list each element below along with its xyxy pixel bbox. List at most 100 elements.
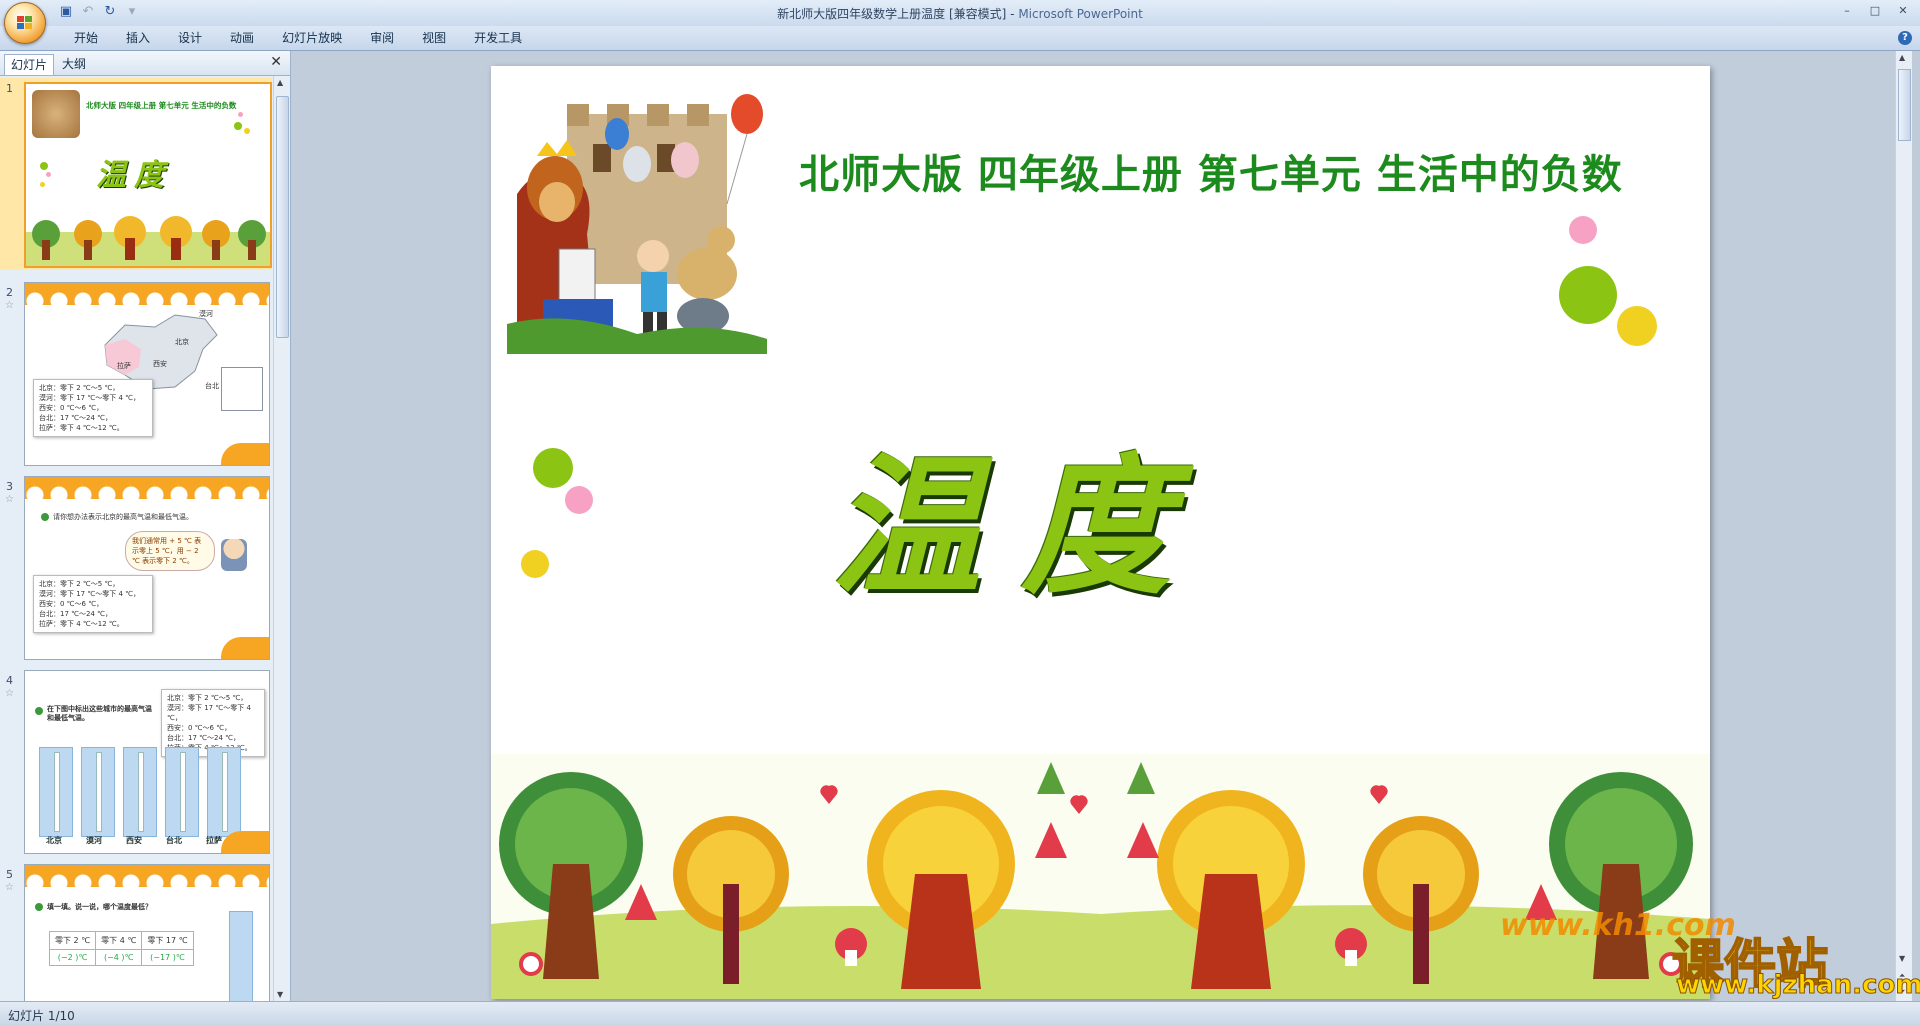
decor-dot-yellow — [1617, 306, 1657, 346]
thermometer-image — [39, 747, 73, 837]
slide-preview: 请你想办法表示北京的最高气温和最低气温。 我们通常用 + 5 ℃ 表示零上 5 … — [24, 476, 270, 660]
scroll-up-icon[interactable]: ▲ — [277, 78, 283, 87]
document-title: 新北师大版四年级数学上册温度 [兼容模式] - — [777, 7, 1015, 21]
tab-review[interactable]: 审阅 — [356, 30, 408, 46]
castle-characters-image — [507, 94, 767, 354]
tab-developer[interactable]: 开发工具 — [460, 30, 536, 46]
help-icon[interactable]: ? — [1898, 31, 1912, 45]
window-title: 新北师大版四年级数学上册温度 [兼容模式] - Microsoft PowerP… — [0, 5, 1920, 22]
map-inset — [221, 367, 263, 411]
scrollbar-thumb[interactable] — [1898, 69, 1911, 141]
table-cell: (−2 )℃ — [48, 949, 97, 966]
teacher-image — [221, 539, 247, 571]
speech-bubble: 我们通常用 + 5 ℃ 表示零上 5 ℃，用 − 2 ℃ 表示零下 2 ℃。 — [125, 531, 215, 571]
slide-preview: 北师大版 四年级上册 第七单元 生活中的负数 温度 — [24, 82, 272, 268]
city-label: 漠河 — [86, 836, 102, 845]
slide-thumbnail-5[interactable]: 5 ☆ 填一填。说一说，哪个温度最低？ 零下 2 ℃ 零下 4 ℃ 零下 17 … — [0, 864, 272, 1001]
table-cell: 零下 17 ℃ — [141, 931, 194, 950]
office-button[interactable] — [4, 2, 46, 44]
thumb-big-title: 温度 — [96, 158, 172, 193]
slide-indicator: 幻灯片 1/10 — [8, 1009, 75, 1023]
animation-star-icon: ☆ — [5, 300, 14, 311]
window-controls: – □ ✕ — [1834, 2, 1916, 20]
table-cell: (−17 )℃ — [141, 949, 194, 966]
slide-number: 3 — [6, 480, 13, 493]
temperature-note: 北京：零下 2 ℃～5 ℃， 漠河：零下 17 ℃～零下 4 ℃， 西安：0 ℃… — [33, 379, 153, 437]
scrollbar-thumb[interactable] — [276, 96, 289, 338]
panel-close-icon[interactable]: ✕ — [270, 54, 282, 70]
city-label: 台北 — [166, 836, 182, 845]
city-labels: 北京 漠河 西安 台北 拉萨 — [39, 835, 229, 846]
panel-tabs: 幻灯片 大纲 ✕ — [0, 51, 290, 76]
forest-thumbnail-image — [26, 216, 270, 266]
scroll-down-icon[interactable]: ▼ — [277, 990, 283, 999]
tab-slideshow[interactable]: 幻灯片放映 — [268, 30, 356, 46]
tab-design[interactable]: 设计 — [164, 30, 216, 46]
minimize-button[interactable]: – — [1834, 2, 1860, 20]
table-cell: (−4 )℃ — [95, 949, 143, 966]
tab-outline[interactable]: 大纲 — [56, 54, 92, 74]
office-logo-icon — [17, 16, 32, 29]
decor-dot-green — [533, 448, 573, 488]
scroll-down-icon[interactable]: ▼ — [1899, 954, 1905, 963]
thermometer-image — [229, 911, 253, 1001]
decor-dot-pink — [565, 486, 593, 514]
panel-scrollbar[interactable]: ▲ ▼ — [273, 76, 290, 1001]
castle-characters-image — [32, 90, 80, 138]
scroll-up-icon[interactable]: ▲ — [1899, 53, 1905, 62]
title-bar: ▣ ↶ ↻ ▾ 新北师大版四年级数学上册温度 [兼容模式] - Microsof… — [0, 0, 1920, 27]
map-label: 西安 — [153, 360, 167, 368]
slide-prompt: 在下图中标出这些城市的最高气温和最低气温。 — [47, 705, 152, 722]
current-slide[interactable]: 北师大版 四年级上册 第七单元 生活中的负数 温度 — [491, 66, 1710, 999]
slide-thumbnail-2[interactable]: 2 ☆ 漠河 北京 西安 拉萨 台北 北京：零下 2 ℃～5 ℃， 漠河：零下 … — [0, 282, 272, 470]
temperature-note: 北京：零下 2 ℃～5 ℃， 漠河：零下 17 ℃～零下 4 ℃， 西安：0 ℃… — [33, 575, 153, 633]
slide-number: 1 — [6, 82, 13, 95]
slide-preview: 漠河 北京 西安 拉萨 台北 北京：零下 2 ℃～5 ℃， 漠河：零下 17 ℃… — [24, 282, 270, 466]
tab-animations[interactable]: 动画 — [216, 30, 268, 46]
thermometer-image — [165, 747, 199, 837]
slide-thumbnail-4[interactable]: 4 ☆ 在下图中标出这些城市的最高气温和最低气温。 北京：零下 2 ℃～5 ℃，… — [0, 670, 272, 858]
temperature-table: 零下 2 ℃ 零下 4 ℃ 零下 17 ℃ (−2 )℃ (−4 )℃ (−17… — [48, 931, 194, 966]
animation-star-icon: ☆ — [5, 688, 14, 699]
decor-dot-pink — [1569, 216, 1597, 244]
slide-thumbnail-list: 1 北师大版 四年级上册 第七单元 生活中的负数 温度 2 ☆ 漠河 北京 西安… — [0, 76, 272, 1001]
slide-big-title[interactable]: 温度 — [831, 406, 1211, 623]
map-label: 拉萨 — [117, 362, 131, 370]
city-label: 西安 — [126, 836, 142, 845]
slide-number: 4 — [6, 674, 13, 687]
watermark-url: www.kjzhan.com — [1675, 970, 1920, 1001]
slide-prompt: 请你想办法表示北京的最高气温和最低气温。 — [53, 513, 193, 521]
slide-prompt: 填一填。说一说，哪个温度最低？ — [47, 903, 152, 911]
forest-border-image — [491, 754, 1710, 999]
tab-slides[interactable]: 幻灯片 — [4, 54, 55, 75]
decor-dot-green — [1559, 266, 1617, 324]
slide-title[interactable]: 北师大版 四年级上册 第七单元 生活中的负数 — [799, 142, 1623, 200]
slides-panel: 幻灯片 大纲 ✕ 1 北师大版 四年级上册 第七单元 生活中的负数 温度 2 ☆… — [0, 51, 291, 1001]
table-cell: 零下 4 ℃ — [95, 931, 143, 950]
workspace-scrollbar[interactable]: ▲ ▼ ⏶ ⏷ — [1895, 51, 1912, 1001]
ribbon-tab-bar: 开始 插入 设计 动画 幻灯片放映 审阅 视图 开发工具 ? — [0, 26, 1920, 51]
maximize-button[interactable]: □ — [1862, 2, 1888, 20]
tab-view[interactable]: 视图 — [408, 30, 460, 46]
slide-thumbnail-3[interactable]: 3 ☆ 请你想办法表示北京的最高气温和最低气温。 我们通常用 + 5 ℃ 表示零… — [0, 476, 272, 664]
decor-dot-yellow — [521, 550, 549, 578]
table-cell: 零下 2 ℃ — [48, 931, 97, 950]
map-label: 台北 — [205, 382, 219, 390]
thermometer-image — [123, 747, 157, 837]
status-bar: 幻灯片 1/10 — [0, 1001, 1920, 1026]
close-button[interactable]: ✕ — [1890, 2, 1916, 20]
tab-home[interactable]: 开始 — [60, 30, 112, 46]
map-label: 漠河 — [199, 310, 213, 318]
tab-insert[interactable]: 插入 — [112, 30, 164, 46]
slide-preview: 在下图中标出这些城市的最高气温和最低气温。 北京：零下 2 ℃～5 ℃， 漠河：… — [24, 670, 270, 854]
city-label: 北京 — [46, 836, 62, 845]
slide-preview: 填一填。说一说，哪个温度最低？ 零下 2 ℃ 零下 4 ℃ 零下 17 ℃ (−… — [24, 864, 270, 1001]
slide-number: 5 — [6, 868, 13, 881]
animation-star-icon: ☆ — [5, 882, 14, 893]
slide-number: 2 — [6, 286, 13, 299]
animation-star-icon: ☆ — [5, 494, 14, 505]
thumb-title: 北师大版 四年级上册 第七单元 生活中的负数 — [86, 101, 237, 110]
thermometer-image — [81, 747, 115, 837]
map-label: 北京 — [175, 338, 189, 346]
slide-thumbnail-1[interactable]: 1 北师大版 四年级上册 第七单元 生活中的负数 温度 — [0, 78, 272, 270]
